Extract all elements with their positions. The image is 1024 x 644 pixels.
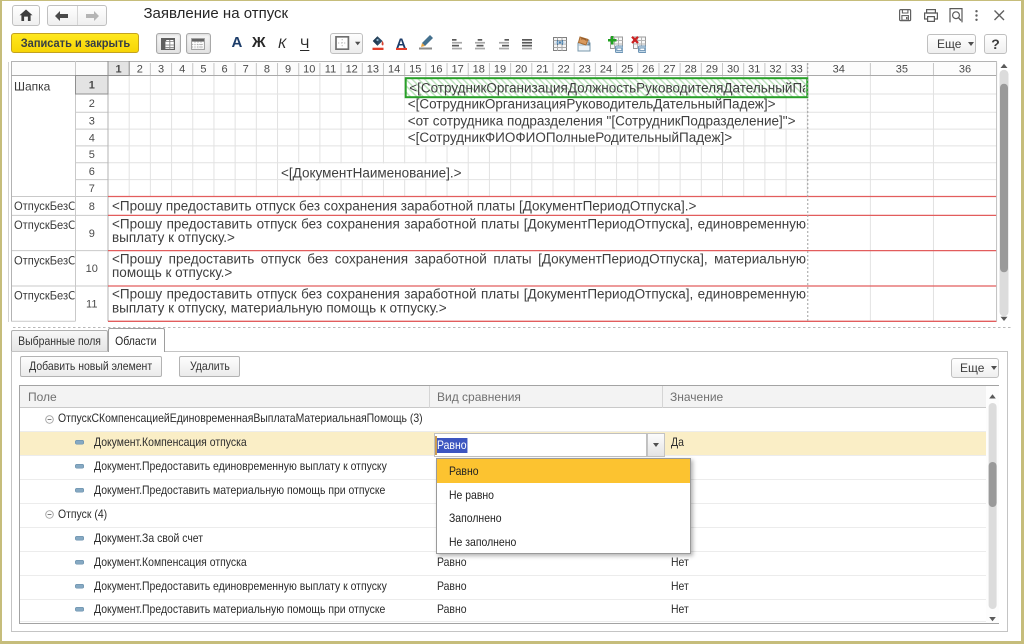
svg-text:13: 13: [367, 64, 379, 76]
svg-text:22: 22: [557, 64, 569, 76]
svg-text:10: 10: [86, 263, 98, 275]
svg-text:5: 5: [89, 149, 95, 161]
svg-text:<[ДокументНаименование].>: <[ДокументНаименование].>: [281, 165, 462, 180]
svg-text:7: 7: [89, 183, 95, 195]
svg-text:<[СотрудникФИОФИОПолныеРодител: <[СотрудникФИОФИОПолныеРодительныйПадеж]…: [408, 130, 733, 145]
svg-text:27: 27: [663, 64, 675, 76]
svg-text:30: 30: [727, 64, 739, 76]
svg-text:9: 9: [89, 228, 95, 240]
svg-text:1: 1: [116, 64, 122, 76]
svg-text:18: 18: [473, 64, 485, 76]
svg-text:3: 3: [158, 64, 164, 76]
svg-text:выплату к отпуску, материальну: выплату к отпуску, материальную помощь к…: [112, 300, 447, 315]
svg-text:6: 6: [221, 64, 227, 76]
svg-text:32: 32: [769, 64, 781, 76]
svg-text:31: 31: [748, 64, 760, 76]
svg-text:8: 8: [264, 64, 270, 76]
svg-text:<[СотрудникОрганизацияДолжност: <[СотрудникОрганизацияДолжностьРуководит…: [409, 81, 810, 96]
svg-text:2: 2: [137, 64, 143, 76]
svg-text:19: 19: [494, 64, 506, 76]
svg-text:34: 34: [833, 64, 845, 76]
svg-text:25: 25: [621, 64, 633, 76]
svg-text:16: 16: [430, 64, 442, 76]
svg-text:1: 1: [89, 80, 95, 92]
svg-text:<Прошу предоставить отпуск без: <Прошу предоставить отпуск без сохранени…: [112, 199, 696, 214]
svg-text:11: 11: [86, 299, 97, 311]
svg-text:12: 12: [346, 64, 358, 76]
svg-text:5: 5: [200, 64, 206, 76]
svg-text:7: 7: [243, 64, 249, 76]
svg-text:36: 36: [959, 64, 971, 76]
svg-text:<от сотрудника подразделения ": <от сотрудника подразделения "[Сотрудник…: [408, 114, 796, 129]
svg-text:29: 29: [706, 64, 718, 76]
svg-text:<Прошу предоставить отпуск без: <Прошу предоставить отпуск без сохранени…: [112, 287, 806, 302]
svg-text:9: 9: [285, 64, 291, 76]
svg-text:15: 15: [409, 64, 421, 76]
svg-text:10: 10: [303, 64, 315, 76]
svg-text:ОтпускБезО: ОтпускБезО: [14, 220, 77, 232]
svg-text:26: 26: [642, 64, 654, 76]
svg-text:28: 28: [685, 64, 697, 76]
svg-text:33: 33: [791, 64, 803, 76]
svg-text:11: 11: [325, 64, 336, 76]
svg-text:ОтпускБезО: ОтпускБезО: [14, 290, 77, 302]
svg-text:4: 4: [89, 132, 95, 144]
svg-text:<[СотрудникОрганизацияРуководи: <[СотрудникОрганизацияРуководительДатель…: [408, 97, 776, 112]
svg-text:ОтпускБезО: ОтпускБезО: [14, 201, 77, 213]
svg-text:35: 35: [896, 64, 908, 76]
svg-text:3: 3: [89, 116, 95, 128]
svg-text:14: 14: [388, 64, 400, 76]
svg-text:ОтпускБезО: ОтпускБезО: [14, 255, 77, 267]
svg-text:23: 23: [579, 64, 591, 76]
svg-text:(н): (н): [557, 40, 564, 46]
svg-text:20: 20: [515, 64, 527, 76]
svg-text:6: 6: [89, 166, 95, 178]
svg-text:выплату к отпуску.>: выплату к отпуску.>: [112, 230, 235, 245]
svg-text:21: 21: [536, 64, 548, 76]
svg-text:17: 17: [451, 64, 463, 76]
svg-text:24: 24: [600, 64, 612, 76]
svg-text:Шапка: Шапка: [14, 79, 51, 93]
svg-text:2: 2: [89, 98, 95, 110]
svg-text:4: 4: [179, 64, 185, 76]
svg-text:помощь к отпуску.>: помощь к отпуску.>: [112, 265, 232, 280]
svg-text:8: 8: [89, 201, 95, 213]
